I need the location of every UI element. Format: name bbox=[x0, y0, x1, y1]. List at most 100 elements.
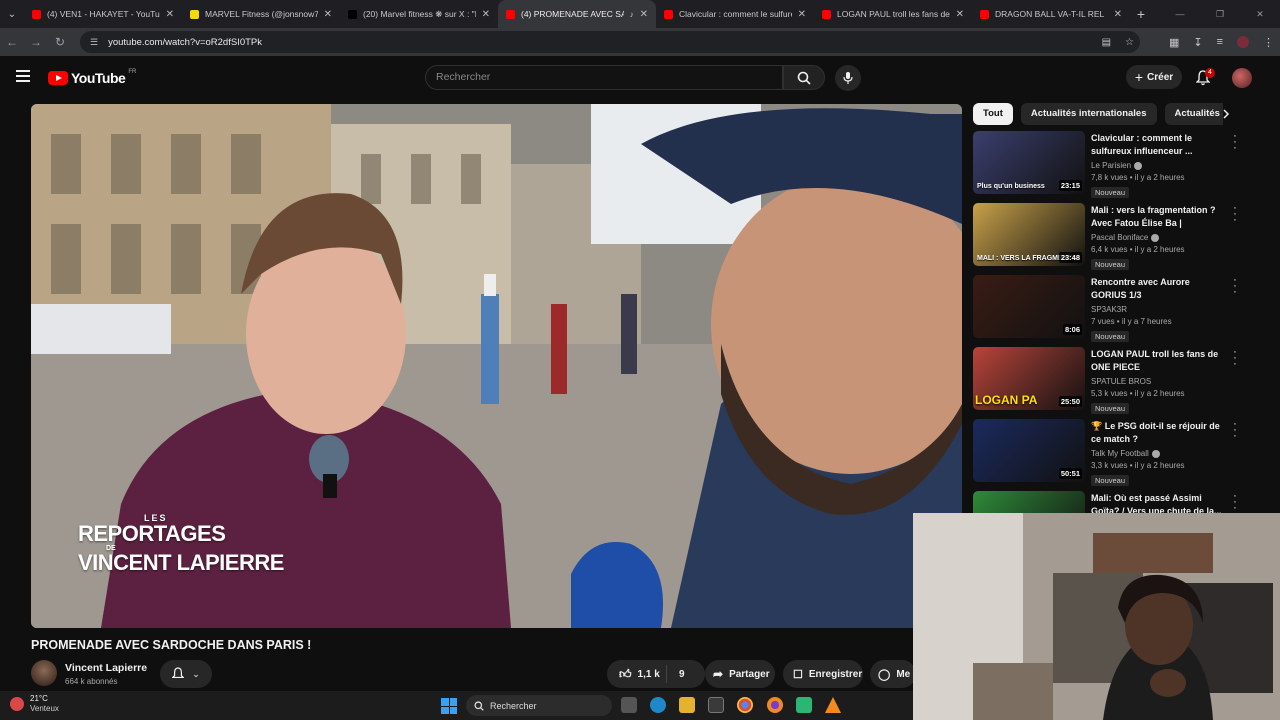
taskbar-search[interactable]: Rechercher bbox=[466, 695, 612, 716]
tab-close-icon[interactable]: ✕ bbox=[640, 9, 648, 20]
weather-widget[interactable]: 21°C Venteux bbox=[10, 694, 59, 714]
browser-tab[interactable]: Clavicular : comment le sulfureu ✕ bbox=[656, 0, 814, 28]
video-meta: Mali : vers la fragmentation ? Avec Fato… bbox=[1091, 203, 1226, 275]
extensions-icon[interactable]: ▦ bbox=[1169, 36, 1179, 49]
bookmark-star-icon[interactable]: ☆ bbox=[1125, 37, 1134, 48]
tab-close-icon[interactable]: ✕ bbox=[482, 9, 490, 20]
download-icon[interactable]: ↧ bbox=[1193, 36, 1202, 49]
windows-start-button[interactable] bbox=[441, 698, 457, 714]
edge-icon[interactable] bbox=[650, 697, 666, 713]
install-app-icon[interactable]: ▤ bbox=[1102, 37, 1111, 48]
menu-kebab-icon[interactable]: ⋮ bbox=[1263, 36, 1274, 49]
video-duration: 23:15 bbox=[1058, 180, 1082, 191]
dislike-button[interactable]: 9 bbox=[667, 669, 685, 680]
profile-avatar[interactable] bbox=[1237, 36, 1249, 48]
more-options-icon[interactable]: · · · bbox=[1231, 347, 1239, 370]
channel-avatar[interactable] bbox=[31, 660, 57, 686]
maximize-button[interactable]: ❐ bbox=[1200, 0, 1240, 28]
tab-close-icon[interactable]: ✕ bbox=[1114, 9, 1122, 20]
youtube-masthead: YouTube FR Rechercher + Créer 4 bbox=[0, 56, 1280, 100]
reload-icon[interactable]: ↻ bbox=[48, 35, 72, 49]
related-video-channel[interactable]: SP3AK3R bbox=[1091, 305, 1226, 314]
filter-chip[interactable]: Tout bbox=[973, 103, 1013, 125]
chevron-right-icon[interactable] bbox=[1218, 106, 1234, 122]
save-button[interactable]: ☐ Enregistrer bbox=[783, 660, 863, 688]
vlc-icon[interactable] bbox=[825, 697, 841, 713]
video-thumbnail[interactable]: MALI : VERS LA FRAGMENTA 23:48 bbox=[973, 203, 1085, 266]
verified-check-icon bbox=[1151, 449, 1160, 458]
filter-chip[interactable]: Actualités internationales bbox=[1020, 103, 1157, 125]
related-video-title[interactable]: Mali : vers la fragmentation ? Avec Fato… bbox=[1091, 204, 1226, 230]
related-video-item[interactable]: LOGAN PA 25:50 LOGAN PAUL troll les fans d… bbox=[973, 347, 1253, 419]
more-options-icon[interactable]: · · · bbox=[1231, 131, 1239, 154]
related-video-title[interactable]: Clavicular : comment le sulfureux influe… bbox=[1091, 132, 1226, 158]
video-thumbnail[interactable]: Plus qu'un business 23:15 bbox=[973, 131, 1085, 194]
site-info-icon[interactable]: ☰ bbox=[90, 37, 98, 48]
browser-tab[interactable]: LOGAN PAUL troll les fans de O ✕ bbox=[814, 0, 972, 28]
store-icon[interactable] bbox=[708, 697, 724, 713]
tab-close-icon[interactable]: ✕ bbox=[166, 9, 174, 20]
like-button[interactable]: 👍︎ 1,1 k bbox=[607, 665, 667, 683]
forward-icon[interactable]: → bbox=[24, 35, 48, 49]
related-video-title[interactable]: Mali: Où est passé Assimi Goïta? / Vers … bbox=[1091, 492, 1226, 513]
tab-search-icon[interactable]: ⌄ bbox=[0, 0, 24, 28]
tab-audio-icon[interactable]: ♪ bbox=[630, 10, 634, 19]
video-player[interactable]: LES REPORTAGES DE VINCENT LAPIERRE bbox=[31, 104, 962, 628]
video-duration: 23:48 bbox=[1058, 252, 1082, 263]
search-button[interactable] bbox=[783, 65, 825, 90]
tab-title: (20) Marvel fitness ❋ sur X : "M bbox=[363, 8, 476, 19]
create-button[interactable]: + Créer bbox=[1126, 65, 1182, 89]
firefox-icon[interactable] bbox=[767, 697, 783, 713]
browser-tab[interactable]: (20) Marvel fitness ❋ sur X : "M ✕ bbox=[340, 0, 498, 28]
related-video-item[interactable]: MALI : VERS LA FRAGMENTA 23:48 Mali : vers… bbox=[973, 203, 1253, 275]
more-options-icon[interactable]: · · · bbox=[1231, 275, 1239, 298]
related-video-title[interactable]: LOGAN PAUL troll les fans de ONE PIECE bbox=[1091, 348, 1226, 374]
related-video-item[interactable]: Mali: Où est passé Assimi Goïta? / Vers … bbox=[973, 491, 1253, 513]
tab-close-icon[interactable]: ✕ bbox=[956, 9, 964, 20]
filter-chip[interactable]: Actualités sp bbox=[1164, 103, 1223, 125]
app-icon[interactable] bbox=[796, 697, 812, 713]
task-view-icon[interactable] bbox=[621, 697, 637, 713]
related-video-item[interactable]: 8:06 Rencontre avec Aurore GORIUS 1/3 SP3A… bbox=[973, 275, 1253, 347]
channel-watermark: LES REPORTAGES DE VINCENT LAPIERRE bbox=[78, 514, 284, 574]
video-thumbnail[interactable] bbox=[973, 491, 1085, 513]
related-video-channel[interactable]: Pascal Boniface bbox=[1091, 233, 1226, 242]
browser-tab[interactable]: MARVEL Fitness (@jonsnow78 ✕ bbox=[182, 0, 340, 28]
related-video-item[interactable]: Plus qu'un business 23:15 Clavicular : com… bbox=[973, 131, 1253, 203]
back-icon[interactable]: ← bbox=[0, 35, 24, 49]
related-video-channel[interactable]: Le Parisien bbox=[1091, 161, 1226, 170]
youtube-logo[interactable]: YouTube FR bbox=[48, 69, 136, 86]
account-avatar[interactable] bbox=[1232, 68, 1252, 88]
video-thumbnail[interactable]: 8:06 bbox=[973, 275, 1085, 338]
file-explorer-icon[interactable] bbox=[679, 697, 695, 713]
more-options-icon[interactable]: · · · bbox=[1231, 203, 1239, 226]
tab-close-icon[interactable]: ✕ bbox=[324, 9, 332, 20]
more-options-icon[interactable]: · · · bbox=[1231, 491, 1239, 514]
share-button[interactable]: ➦ Partager bbox=[705, 660, 775, 688]
search-input[interactable]: Rechercher bbox=[425, 65, 783, 90]
related-video-title[interactable]: Rencontre avec Aurore GORIUS 1/3 bbox=[1091, 276, 1226, 302]
browser-tab[interactable]: (4) VEN1 - HAKAYET - YouTube ✕ bbox=[24, 0, 182, 28]
related-video-title[interactable]: 🏆 Le PSG doit-il se réjouir de ce match … bbox=[1091, 420, 1226, 446]
video-thumbnail[interactable]: LOGAN PA 25:50 bbox=[973, 347, 1085, 410]
media-controls-icon[interactable]: ≡ bbox=[1217, 36, 1223, 48]
video-thumbnail[interactable]: 50:51 bbox=[973, 419, 1085, 482]
tab-close-icon[interactable]: ✕ bbox=[798, 9, 806, 20]
voice-search-button[interactable] bbox=[835, 65, 861, 91]
channel-name[interactable]: Vincent Lapierre bbox=[65, 662, 147, 674]
related-video-channel[interactable]: SPATULE BROS bbox=[1091, 377, 1226, 386]
address-bar[interactable]: ☰ youtube.com/watch?v=oR2dfSI0TPk bbox=[80, 31, 1140, 53]
more-options-icon[interactable]: · · · bbox=[1231, 419, 1239, 442]
bookmark-icon: ☐ bbox=[793, 668, 803, 681]
more-actions-button[interactable]: ◯ Me bbox=[870, 660, 916, 688]
chrome-icon[interactable] bbox=[737, 697, 753, 713]
guide-menu-icon[interactable] bbox=[16, 70, 30, 85]
close-window-button[interactable]: ✕ bbox=[1240, 0, 1280, 28]
browser-tab[interactable]: (4) PROMENADE AVEC SAR ♪ ✕ bbox=[498, 0, 656, 28]
minimize-button[interactable]: — bbox=[1160, 0, 1200, 28]
related-video-channel[interactable]: Talk My Football bbox=[1091, 449, 1226, 458]
subscription-bell-button[interactable]: ⌄ bbox=[160, 660, 212, 688]
new-tab-button[interactable]: + bbox=[1130, 6, 1152, 22]
related-video-item[interactable]: 50:51 🏆 Le PSG doit-il se réjouir de ce m… bbox=[973, 419, 1253, 491]
browser-tab[interactable]: DRAGON BALL VA-T-IL REL ✕ bbox=[972, 0, 1130, 28]
